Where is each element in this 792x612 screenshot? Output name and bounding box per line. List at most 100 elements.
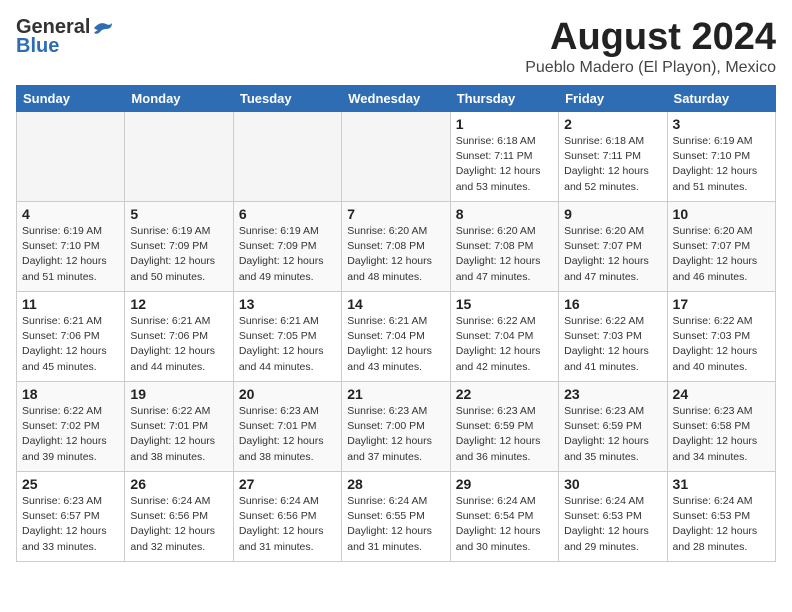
day-info: Sunrise: 6:23 AMSunset: 7:00 PMDaylight:… — [347, 404, 444, 465]
day-number: 17 — [673, 296, 770, 312]
calendar-cell: 12Sunrise: 6:21 AMSunset: 7:06 PMDayligh… — [125, 292, 233, 382]
calendar-cell: 22 Sunrise: 6:23 AMSunset: 6:59 PMDayligh… — [450, 382, 558, 472]
day-info: Sunrise: 6:23 AMSunset: 6:59 PMDaylight:… — [456, 404, 553, 465]
day-info: Sunrise: 6:24 AMSunset: 6:56 PMDaylight:… — [239, 494, 336, 555]
day-info: Sunrise: 6:23 AMSunset: 6:58 PMDaylight:… — [673, 404, 770, 465]
day-info: Sunrise: 6:22 AMSunset: 7:04 PMDaylight:… — [456, 314, 553, 375]
day-number: 19 — [130, 386, 227, 402]
logo: General Blue — [16, 16, 114, 58]
day-number: 14 — [347, 296, 444, 312]
day-info: Sunrise: 6:20 AMSunset: 7:08 PMDaylight:… — [347, 224, 444, 285]
calendar-cell: 29Sunrise: 6:24 AMSunset: 6:54 PMDayligh… — [450, 472, 558, 562]
day-number: 16 — [564, 296, 661, 312]
calendar-cell: 31 Sunrise: 6:24 AMSunset: 6:53 PMDayligh… — [667, 472, 775, 562]
col-friday: Friday — [559, 86, 667, 112]
calendar-cell: 13 Sunrise: 6:21 AMSunset: 7:05 PMDayligh… — [233, 292, 341, 382]
col-sunday: Sunday — [17, 86, 125, 112]
day-number: 11 — [22, 296, 119, 312]
calendar-cell: 5 Sunrise: 6:19 AMSunset: 7:09 PMDaylight… — [125, 202, 233, 292]
calendar-week-4: 18 Sunrise: 6:22 AMSunset: 7:02 PMDayligh… — [17, 382, 776, 472]
calendar-cell: 15 Sunrise: 6:22 AMSunset: 7:04 PMDayligh… — [450, 292, 558, 382]
day-info: Sunrise: 6:18 AMSunset: 7:11 PMDaylight:… — [564, 134, 661, 195]
calendar-week-1: 1 Sunrise: 6:18 AMSunset: 7:11 PMDaylight… — [17, 112, 776, 202]
calendar-cell: 10 Sunrise: 6:20 AMSunset: 7:07 PMDayligh… — [667, 202, 775, 292]
calendar-cell — [17, 112, 125, 202]
title-block: August 2024 Pueblo Madero (El Playon), M… — [525, 16, 776, 77]
day-number: 18 — [22, 386, 119, 402]
day-info: Sunrise: 6:19 AMSunset: 7:09 PMDaylight:… — [239, 224, 336, 285]
day-number: 20 — [239, 386, 336, 402]
day-number: 5 — [130, 206, 227, 222]
day-info: Sunrise: 6:19 AMSunset: 7:09 PMDaylight:… — [130, 224, 227, 285]
day-info: Sunrise: 6:24 AMSunset: 6:53 PMDaylight:… — [673, 494, 770, 555]
calendar-week-5: 25Sunrise: 6:23 AMSunset: 6:57 PMDayligh… — [17, 472, 776, 562]
day-number: 9 — [564, 206, 661, 222]
col-thursday: Thursday — [450, 86, 558, 112]
day-number: 25 — [22, 476, 119, 492]
calendar-cell: 24 Sunrise: 6:23 AMSunset: 6:58 PMDayligh… — [667, 382, 775, 472]
day-info: Sunrise: 6:22 AMSunset: 7:01 PMDaylight:… — [130, 404, 227, 465]
day-number: 1 — [456, 116, 553, 132]
day-number: 22 — [456, 386, 553, 402]
calendar-week-2: 4 Sunrise: 6:19 AMSunset: 7:10 PMDaylight… — [17, 202, 776, 292]
day-number: 30 — [564, 476, 661, 492]
day-number: 10 — [673, 206, 770, 222]
day-info: Sunrise: 6:24 AMSunset: 6:56 PMDaylight:… — [130, 494, 227, 555]
day-number: 7 — [347, 206, 444, 222]
calendar-cell: 1 Sunrise: 6:18 AMSunset: 7:11 PMDaylight… — [450, 112, 558, 202]
calendar-cell: 7 Sunrise: 6:20 AMSunset: 7:08 PMDaylight… — [342, 202, 450, 292]
day-number: 27 — [239, 476, 336, 492]
location-text: Pueblo Madero (El Playon), Mexico — [525, 59, 776, 77]
calendar-cell — [125, 112, 233, 202]
day-number: 23 — [564, 386, 661, 402]
day-info: Sunrise: 6:20 AMSunset: 7:08 PMDaylight:… — [456, 224, 553, 285]
calendar-cell: 9 Sunrise: 6:20 AMSunset: 7:07 PMDaylight… — [559, 202, 667, 292]
calendar-cell: 19 Sunrise: 6:22 AMSunset: 7:01 PMDayligh… — [125, 382, 233, 472]
calendar-cell — [342, 112, 450, 202]
col-saturday: Saturday — [667, 86, 775, 112]
day-info: Sunrise: 6:21 AMSunset: 7:05 PMDaylight:… — [239, 314, 336, 375]
day-number: 2 — [564, 116, 661, 132]
day-number: 24 — [673, 386, 770, 402]
day-info: Sunrise: 6:21 AMSunset: 7:04 PMDaylight:… — [347, 314, 444, 375]
calendar-cell: 27 Sunrise: 6:24 AMSunset: 6:56 PMDayligh… — [233, 472, 341, 562]
calendar-cell: 2 Sunrise: 6:18 AMSunset: 7:11 PMDaylight… — [559, 112, 667, 202]
calendar-cell: 6 Sunrise: 6:19 AMSunset: 7:09 PMDaylight… — [233, 202, 341, 292]
calendar-cell: 20Sunrise: 6:23 AMSunset: 7:01 PMDayligh… — [233, 382, 341, 472]
day-number: 28 — [347, 476, 444, 492]
day-info: Sunrise: 6:22 AMSunset: 7:02 PMDaylight:… — [22, 404, 119, 465]
day-info: Sunrise: 6:23 AMSunset: 6:59 PMDaylight:… — [564, 404, 661, 465]
day-info: Sunrise: 6:19 AMSunset: 7:10 PMDaylight:… — [673, 134, 770, 195]
page-header: General Blue August 2024 Pueblo Madero (… — [16, 16, 776, 77]
day-info: Sunrise: 6:19 AMSunset: 7:10 PMDaylight:… — [22, 224, 119, 285]
day-info: Sunrise: 6:24 AMSunset: 6:55 PMDaylight:… — [347, 494, 444, 555]
day-info: Sunrise: 6:20 AMSunset: 7:07 PMDaylight:… — [673, 224, 770, 285]
header-row: Sunday Monday Tuesday Wednesday Thursday… — [17, 86, 776, 112]
calendar-cell: 11Sunrise: 6:21 AMSunset: 7:06 PMDayligh… — [17, 292, 125, 382]
calendar-cell: 8Sunrise: 6:20 AMSunset: 7:08 PMDaylight… — [450, 202, 558, 292]
day-info: Sunrise: 6:22 AMSunset: 7:03 PMDaylight:… — [673, 314, 770, 375]
day-number: 6 — [239, 206, 336, 222]
calendar-cell: 26 Sunrise: 6:24 AMSunset: 6:56 PMDayligh… — [125, 472, 233, 562]
calendar-cell: 16Sunrise: 6:22 AMSunset: 7:03 PMDayligh… — [559, 292, 667, 382]
day-number: 31 — [673, 476, 770, 492]
calendar-cell: 18 Sunrise: 6:22 AMSunset: 7:02 PMDayligh… — [17, 382, 125, 472]
day-number: 15 — [456, 296, 553, 312]
calendar-cell: 3 Sunrise: 6:19 AMSunset: 7:10 PMDaylight… — [667, 112, 775, 202]
day-number: 4 — [22, 206, 119, 222]
month-title: August 2024 — [525, 16, 776, 59]
day-number: 29 — [456, 476, 553, 492]
col-wednesday: Wednesday — [342, 86, 450, 112]
day-number: 26 — [130, 476, 227, 492]
day-info: Sunrise: 6:18 AMSunset: 7:11 PMDaylight:… — [456, 134, 553, 195]
calendar-cell: 25Sunrise: 6:23 AMSunset: 6:57 PMDayligh… — [17, 472, 125, 562]
day-number: 21 — [347, 386, 444, 402]
calendar-week-3: 11 Sunrise: 6:21 AMSunset: 7:06 PMDayligh… — [17, 292, 776, 382]
day-number: 13 — [239, 296, 336, 312]
day-info: Sunrise: 6:20 AMSunset: 7:07 PMDaylight:… — [564, 224, 661, 285]
calendar-cell: 28 Sunrise: 6:24 AMSunset: 6:55 PMDayligh… — [342, 472, 450, 562]
day-info: Sunrise: 6:21 AMSunset: 7:06 PMDaylight:… — [130, 314, 227, 375]
calendar-cell: 4 Sunrise: 6:19 AMSunset: 7:10 PMDaylight… — [17, 202, 125, 292]
day-number: 3 — [673, 116, 770, 132]
calendar-cell: 23 Sunrise: 6:23 AMSunset: 6:59 PMDayligh… — [559, 382, 667, 472]
